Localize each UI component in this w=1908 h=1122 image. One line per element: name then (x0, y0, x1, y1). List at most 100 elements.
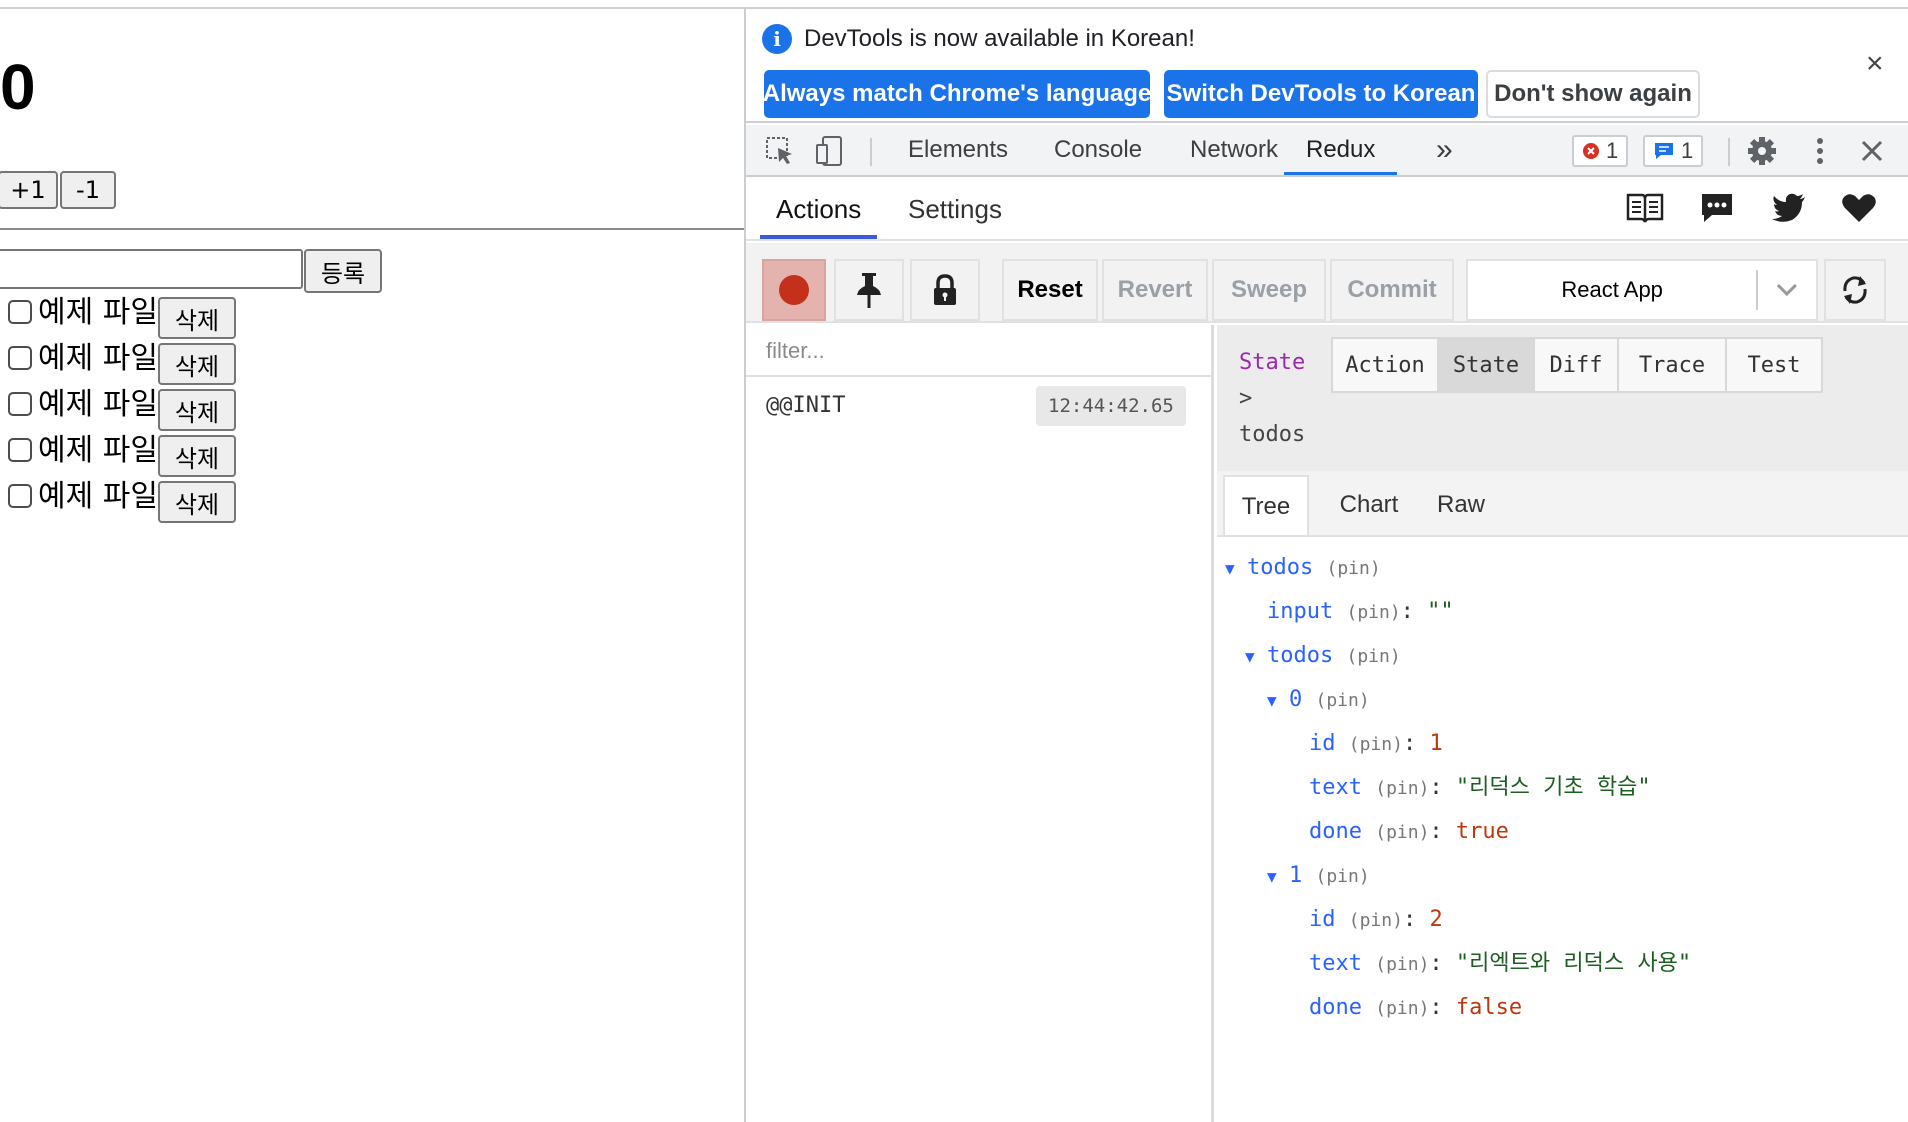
todo-text: 예제 파일 (38, 341, 158, 376)
todo-text: 예제 파일 (38, 433, 158, 468)
segment-action[interactable]: Action (1331, 337, 1439, 393)
tab-elements[interactable]: Elements (908, 125, 1008, 175)
tab-raw[interactable]: Raw (1423, 475, 1499, 535)
todo-checkbox[interactable] (8, 438, 32, 462)
todo-text: 예제 파일 (38, 387, 158, 422)
expand-triangle-icon[interactable]: ▼ (1267, 686, 1289, 716)
revert-button[interactable]: Revert (1102, 259, 1208, 321)
add-todo-button[interactable]: 등록 (304, 249, 382, 293)
info-icon: i (762, 24, 792, 54)
message-icon (1655, 143, 1673, 159)
tab-redux[interactable]: Redux (1284, 125, 1398, 175)
tree-node-text: text (pin): "리엑트와 리덕스 사용" (1309, 951, 1692, 976)
tab-chart[interactable]: Chart (1325, 475, 1413, 535)
tree-node-id: id (pin): 1 (1309, 731, 1443, 756)
todo-text: 예제 파일 (38, 479, 158, 514)
state-view-tabs: Tree Chart Raw (1217, 471, 1908, 537)
filter-input[interactable]: filter... (746, 325, 1211, 377)
language-infobar: i DevTools is now available in Korean! ×… (746, 9, 1908, 123)
more-options-icon[interactable] (1804, 135, 1836, 167)
tree-node-item-0[interactable]: ▼ 0 (pin) (1267, 685, 1370, 716)
delete-todo-button[interactable]: 삭제 (158, 297, 236, 339)
delete-todo-button[interactable]: 삭제 (158, 481, 236, 523)
tree-node-todos[interactable]: ▼ todos (pin) (1225, 553, 1381, 584)
instance-select[interactable]: React App (1466, 259, 1818, 321)
state-inspector-pane: State > todos Action State Diff Trace Te… (1217, 325, 1908, 1122)
tree-node-done: done (pin): true (1309, 819, 1509, 844)
todo-checkbox[interactable] (8, 346, 32, 370)
twitter-icon[interactable] (1770, 191, 1808, 225)
reset-button[interactable]: Reset (1002, 259, 1098, 321)
more-tabs-icon[interactable]: » (1436, 125, 1453, 175)
tree-node-input: input (pin): "" (1267, 599, 1454, 624)
tab-console[interactable]: Console (1054, 125, 1142, 175)
record-icon (779, 275, 809, 305)
devtools-panel: i DevTools is now available in Korean! ×… (744, 9, 1908, 1122)
switch-to-korean-button[interactable]: Switch DevTools to Korean (1164, 70, 1478, 118)
segment-test[interactable]: Test (1725, 337, 1823, 393)
inspect-element-icon[interactable] (764, 135, 796, 167)
toolbar-separator (1728, 138, 1730, 166)
tab-network[interactable]: Network (1190, 125, 1278, 175)
segment-diff[interactable]: Diff (1533, 337, 1619, 393)
delete-todo-button[interactable]: 삭제 (158, 389, 236, 431)
lock-icon (934, 274, 956, 305)
tree-node-todos-list[interactable]: ▼ todos (pin) (1245, 641, 1401, 672)
tab-actions[interactable]: Actions (760, 179, 878, 239)
device-toolbar-icon[interactable] (814, 135, 846, 167)
tab-tree[interactable]: Tree (1223, 475, 1309, 535)
tree-node-done: done (pin): false (1309, 995, 1523, 1020)
segment-trace[interactable]: Trace (1617, 337, 1727, 393)
infobar-message: DevTools is now available in Korean! (804, 25, 1195, 52)
lock-button[interactable] (910, 259, 980, 321)
increment-button[interactable]: +1 (0, 171, 58, 209)
divider (0, 228, 744, 230)
decrement-button[interactable]: -1 (60, 171, 116, 209)
always-match-language-button[interactable]: Always match Chrome's language (763, 70, 1151, 118)
app-page: 0 +1 -1 등록 예제 파일 삭제 예제 파일 삭제 예제 파일 삭제 예제… (0, 9, 744, 1122)
record-button[interactable] (762, 259, 826, 321)
error-icon (1583, 143, 1599, 159)
instance-name: React App (1561, 277, 1663, 302)
settings-gear-icon[interactable] (1746, 135, 1778, 167)
sync-button[interactable] (1824, 259, 1886, 321)
expand-triangle-icon[interactable]: ▼ (1225, 554, 1247, 584)
path-arrow: > (1239, 386, 1253, 411)
todo-checkbox[interactable] (8, 484, 32, 508)
state-label: State (1239, 350, 1306, 375)
todo-item: 예제 파일 삭제 (0, 433, 240, 477)
messages-badge[interactable]: 1 (1643, 135, 1704, 167)
todo-checkbox[interactable] (8, 392, 32, 416)
feedback-icon[interactable] (1698, 191, 1736, 225)
chevron-down-icon (1777, 283, 1798, 297)
delete-todo-button[interactable]: 삭제 (158, 435, 236, 477)
todo-checkbox[interactable] (8, 300, 32, 324)
tree-node-item-1[interactable]: ▼ 1 (pin) (1267, 861, 1370, 892)
action-timestamp: 12:44:42.65 (1036, 386, 1186, 426)
state-path: State > todos (1239, 345, 1305, 453)
expand-triangle-icon[interactable]: ▼ (1245, 642, 1267, 672)
action-list-item[interactable]: @@INIT 12:44:42.65 (746, 377, 1211, 439)
tab-settings[interactable]: Settings (908, 179, 1002, 239)
pin-icon (857, 273, 881, 308)
action-name: @@INIT (766, 393, 846, 418)
state-header: State > todos Action State Diff Trace Te… (1217, 325, 1908, 471)
commit-button[interactable]: Commit (1330, 259, 1454, 321)
close-icon[interactable]: × (1866, 49, 1884, 79)
sweep-button[interactable]: Sweep (1212, 259, 1326, 321)
redux-controls: Reset Revert Sweep Commit React App (746, 243, 1908, 323)
delete-todo-button[interactable]: 삭제 (158, 343, 236, 385)
errors-badge[interactable]: 1 (1572, 135, 1629, 167)
todo-item: 예제 파일 삭제 (0, 479, 240, 523)
segment-state[interactable]: State (1437, 337, 1535, 393)
pin-button[interactable] (834, 259, 904, 321)
todo-input[interactable] (0, 249, 303, 289)
tree-node-text: text (pin): "리덕스 기초 학습" (1309, 775, 1651, 800)
book-icon[interactable] (1626, 191, 1664, 225)
expand-triangle-icon[interactable]: ▼ (1267, 862, 1289, 892)
heart-icon[interactable] (1840, 191, 1878, 225)
todo-text: 예제 파일 (38, 295, 158, 330)
actions-list-pane: filter... @@INIT 12:44:42.65 (746, 325, 1214, 1122)
close-devtools-icon[interactable] (1856, 135, 1888, 167)
dont-show-again-button[interactable]: Don't show again (1486, 70, 1700, 118)
